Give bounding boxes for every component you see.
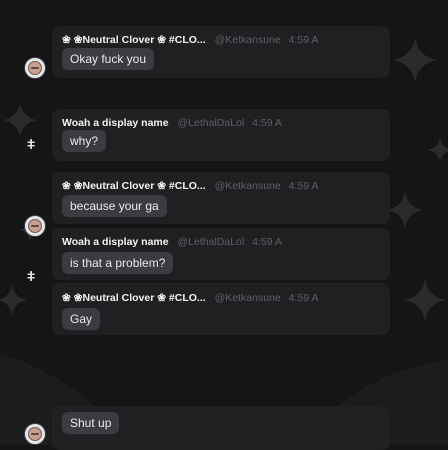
author-username[interactable]: @Ketkansune (215, 180, 281, 192)
message-header: ❀ ❀Neutral Clover ❀ #CLO... @Ketkansune … (62, 180, 318, 192)
message-text: because your ga (62, 195, 167, 217)
author-username[interactable]: @Ketkansune (215, 34, 281, 46)
message-list: ❀ ❀Neutral Clover ❀ #CLO... @Ketkansune … (0, 0, 448, 450)
clover-avatar-icon[interactable] (24, 423, 46, 445)
author-username[interactable]: @LethalDaLol (178, 236, 245, 248)
stick-figure-icon[interactable]: ǂ (27, 268, 35, 284)
message-timestamp: 4:59 A (288, 180, 319, 192)
message-header: Woah a display name @LethalDaLol 4:59 A (62, 236, 282, 248)
author-name[interactable]: ❀ ❀Neutral Clover ❀ #CLO... (62, 34, 206, 46)
author-name[interactable]: ❀ ❀Neutral Clover ❀ #CLO... (62, 180, 206, 192)
message-text: Okay fuck you (62, 48, 155, 70)
author-name[interactable]: ❀ ❀Neutral Clover ❀ #CLO... (62, 292, 206, 304)
author-name[interactable]: Woah a display name (62, 117, 169, 129)
message-timestamp: 4:59 A (252, 117, 282, 129)
message-timestamp: 4:59 A (252, 236, 282, 248)
message-text: Shut up (62, 412, 120, 434)
clover-avatar-icon[interactable] (24, 57, 46, 79)
message-header: Woah a display name @LethalDaLol 4:59 A (62, 117, 282, 129)
message-timestamp: 4:59 A (288, 292, 319, 304)
author-username[interactable]: @LethalDaLol (178, 117, 245, 129)
message-card (52, 283, 390, 335)
message-text: Gay (62, 308, 101, 330)
stick-figure-icon[interactable]: ǂ (27, 136, 35, 152)
message-header: ❀ ❀Neutral Clover ❀ #CLO... @Ketkansune … (62, 34, 318, 46)
message-text: why? (62, 130, 107, 152)
message-header: ❀ ❀Neutral Clover ❀ #CLO... @Ketkansune … (62, 292, 318, 304)
message-text: is that a problem? (62, 252, 174, 274)
author-username[interactable]: @Ketkansune (215, 292, 281, 304)
clover-avatar-icon[interactable] (24, 215, 46, 237)
author-name[interactable]: Woah a display name (62, 236, 169, 248)
message-timestamp: 4:59 A (288, 34, 319, 46)
